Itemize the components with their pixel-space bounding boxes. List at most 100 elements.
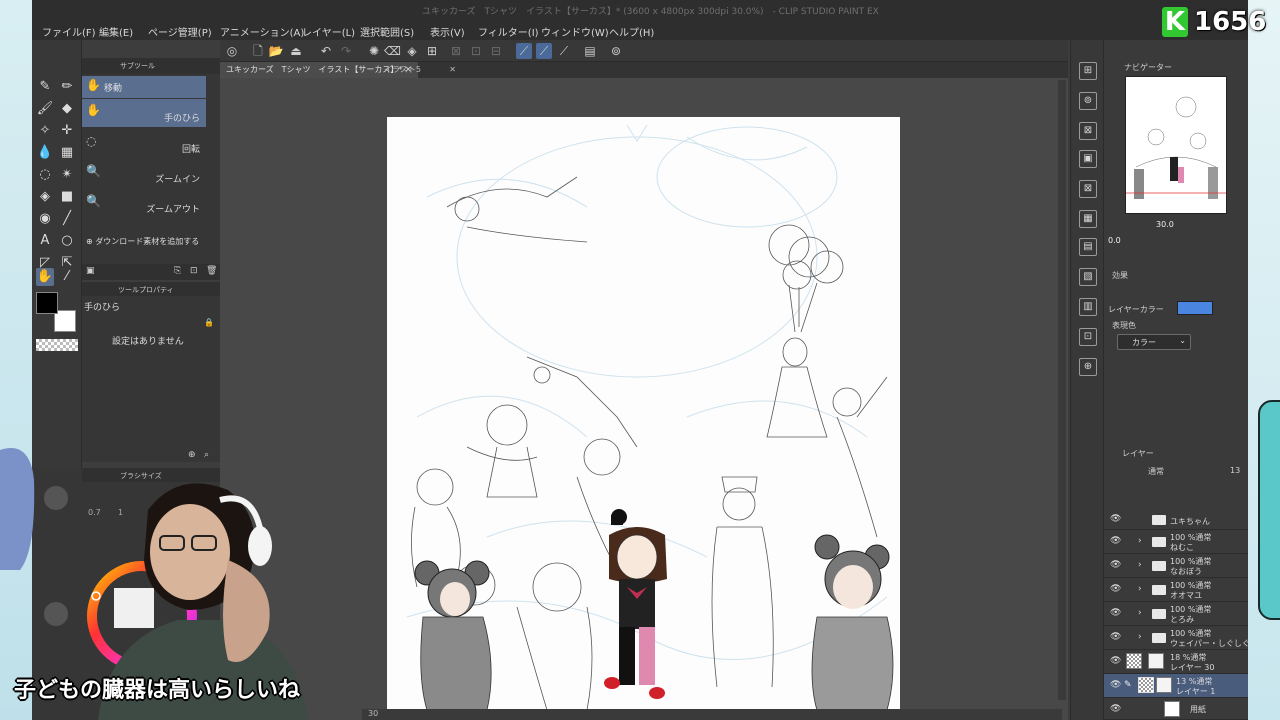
material-icon[interactable]: ⊞ bbox=[1079, 62, 1097, 80]
subtool-rotate[interactable]: ◌ 回転 bbox=[82, 130, 206, 158]
menu-view[interactable]: 表示(V) bbox=[430, 24, 465, 39]
drawing-canvas[interactable] bbox=[387, 117, 900, 710]
tool-icon[interactable]: ⊠ bbox=[1079, 122, 1097, 140]
redo-icon[interactable]: ↷ bbox=[338, 43, 354, 59]
layer-row-selected[interactable]: 👁 ✎ 13 %通常 レイヤー 1 bbox=[1104, 674, 1248, 698]
visibility-eye-icon[interactable]: 👁 bbox=[1110, 514, 1121, 524]
add-material-button[interactable]: ⊕ ダウンロード素材を追加する bbox=[86, 236, 199, 247]
layer-opacity[interactable]: 13 bbox=[1230, 466, 1240, 475]
subtool-zoom-in[interactable]: 🔍 ズームイン bbox=[82, 160, 206, 188]
navigator-preview[interactable] bbox=[1125, 76, 1227, 214]
layer-color-swatch[interactable] bbox=[1177, 301, 1213, 315]
clear-icon[interactable]: ⌫ bbox=[384, 43, 401, 59]
visibility-eye-icon[interactable]: 👁 bbox=[1110, 656, 1121, 666]
visibility-eye-icon[interactable]: 👁 bbox=[1110, 632, 1121, 642]
chevron-right-icon[interactable]: › bbox=[1138, 608, 1142, 618]
subtool-move[interactable]: ✋ 移動 bbox=[82, 76, 206, 98]
layer-row[interactable]: 👁 18 %通常 レイヤー 30 bbox=[1104, 650, 1248, 674]
visibility-eye-icon[interactable]: 👁 bbox=[1110, 536, 1121, 546]
hand-icon[interactable]: ✋ bbox=[36, 268, 54, 286]
edit-icon[interactable]: ⊡ bbox=[1079, 328, 1097, 346]
menu-edit[interactable]: 編集(E) bbox=[99, 24, 133, 39]
visibility-eye-icon[interactable]: 👁 bbox=[1110, 704, 1121, 714]
navigator-zoom[interactable]: 30.0 bbox=[1156, 220, 1174, 229]
transform-icon[interactable]: ⊞ bbox=[424, 43, 440, 59]
note-icon[interactable]: ▥ bbox=[1079, 298, 1097, 316]
chevron-right-icon[interactable]: › bbox=[1138, 536, 1142, 546]
magic-wand-icon[interactable]: ✴ bbox=[58, 166, 76, 184]
pen-icon[interactable]: ✎ bbox=[36, 78, 54, 96]
layer-row[interactable]: 👁 › 100 %通常 なおぼう bbox=[1104, 554, 1248, 578]
search-icon[interactable]: ⌕ bbox=[204, 450, 209, 460]
open-file-icon[interactable]: 📂 bbox=[268, 43, 284, 59]
grid-icon[interactable]: ▦ bbox=[58, 144, 76, 162]
balloon-icon[interactable]: ○ bbox=[58, 232, 76, 250]
visibility-eye-icon[interactable]: 👁 bbox=[1110, 584, 1121, 594]
close-icon[interactable]: ✕ bbox=[449, 62, 456, 78]
subtool-menu-icon[interactable]: ▣ bbox=[86, 266, 95, 276]
menu-layer[interactable]: レイヤー(L) bbox=[302, 24, 355, 39]
menu-window[interactable]: ウィンドウ(W) bbox=[541, 24, 609, 39]
subtool-zoom-out[interactable]: 🔍 ズームアウト bbox=[82, 190, 206, 218]
image-icon[interactable]: ▧ bbox=[1079, 268, 1097, 286]
invert-selection-icon[interactable]: ⊡ bbox=[468, 43, 484, 59]
blend-icon[interactable]: 💧 bbox=[36, 144, 54, 162]
new-subtool-icon[interactable]: ⊡ bbox=[190, 266, 198, 276]
navigator-tab[interactable]: ナビゲーター bbox=[1124, 62, 1172, 73]
grid-icon[interactable]: ▦ bbox=[1079, 210, 1097, 228]
snap-ruler-icon[interactable]: ⟋ bbox=[516, 43, 532, 59]
material-icon[interactable]: ▤ bbox=[582, 43, 598, 59]
loading-icon[interactable]: ✺ bbox=[366, 43, 382, 59]
eraser-icon[interactable]: ◆ bbox=[58, 100, 76, 118]
line-icon[interactable]: ╱ bbox=[58, 210, 76, 228]
snap-special-ruler-icon[interactable]: ⟋ bbox=[536, 43, 552, 59]
chevron-right-icon[interactable]: › bbox=[1138, 632, 1142, 642]
layer-row[interactable]: 👁 › 100 %通常 オオマユ bbox=[1104, 578, 1248, 602]
close-icon[interactable]: ⊠ bbox=[1079, 180, 1097, 198]
layer-row[interactable]: 👁 › 100 %通常 ウェイパー・しぐしぐ bbox=[1104, 626, 1250, 650]
visibility-eye-icon[interactable]: 👁 bbox=[1110, 608, 1121, 618]
fill-icon[interactable]: ◈ bbox=[36, 188, 54, 206]
menu-page[interactable]: ページ管理(P) bbox=[148, 24, 212, 39]
undo-icon[interactable]: ↶ bbox=[318, 43, 334, 59]
navigator-rotation[interactable]: 0.0 bbox=[1108, 236, 1121, 245]
chevron-right-icon[interactable]: › bbox=[1138, 584, 1142, 594]
pencil-icon[interactable]: ✏ bbox=[58, 78, 76, 96]
copy-subtool-icon[interactable]: ⎘ bbox=[174, 266, 181, 276]
selection-border-icon[interactable]: ⊟ bbox=[488, 43, 504, 59]
visibility-eye-icon[interactable]: 👁 bbox=[1110, 560, 1121, 570]
search-icon[interactable]: ⊚ bbox=[1079, 92, 1097, 110]
transparent-color-swatch[interactable] bbox=[36, 339, 78, 351]
layer-row[interactable]: 👁 用紙 bbox=[1104, 698, 1248, 720]
document-tab[interactable]: イラスト5 ✕ bbox=[378, 62, 462, 78]
camera-icon[interactable]: ▣ bbox=[1079, 150, 1097, 168]
layer-row[interactable]: 👁 › 100 %通常 ねむこ bbox=[1104, 530, 1248, 554]
save-icon[interactable]: ⏏ bbox=[288, 43, 304, 59]
clip-studio-icon[interactable]: ◎ bbox=[224, 43, 240, 59]
menu-animation[interactable]: アニメーション(A) bbox=[220, 24, 304, 39]
delete-subtool-icon[interactable]: 🗑 bbox=[206, 266, 217, 276]
main-color-swatch[interactable] bbox=[36, 292, 58, 314]
snap-grid-icon[interactable]: ⟋ bbox=[556, 43, 572, 59]
eyedropper-icon[interactable]: ⁄ bbox=[58, 268, 76, 286]
figure-icon[interactable]: ◉ bbox=[36, 210, 54, 228]
decoration-icon[interactable]: ✧ bbox=[36, 122, 54, 140]
chevron-right-icon[interactable]: › bbox=[1138, 560, 1142, 570]
fill-icon[interactable]: ◈ bbox=[404, 43, 420, 59]
lock-icon[interactable]: 🔒 bbox=[204, 318, 214, 327]
assets-icon[interactable]: ⊚ bbox=[608, 43, 624, 59]
move-layer-icon[interactable]: ✛ bbox=[58, 122, 76, 140]
history-icon[interactable]: ▤ bbox=[1079, 238, 1097, 256]
subtool-hand[interactable]: ✋ 手のひら bbox=[82, 99, 206, 127]
vertical-scrollbar[interactable] bbox=[1058, 80, 1066, 700]
layer-row[interactable]: 👁 ユキちゃん bbox=[1104, 508, 1248, 530]
menu-file[interactable]: ファイル(F) bbox=[42, 24, 96, 39]
tool-property-tab[interactable]: ツールプロパティ bbox=[82, 282, 220, 296]
subtool-tab[interactable]: サブツール bbox=[82, 58, 220, 74]
blend-mode-select[interactable]: 通常 bbox=[1148, 466, 1164, 477]
horizontal-scrollbar[interactable]: 30 bbox=[362, 709, 1062, 720]
brush-icon[interactable]: 🖌 bbox=[36, 100, 54, 118]
lasso-icon[interactable]: ◌ bbox=[36, 166, 54, 184]
menu-filter[interactable]: フィルター(I) bbox=[478, 24, 539, 39]
text-icon[interactable]: A bbox=[36, 232, 54, 250]
